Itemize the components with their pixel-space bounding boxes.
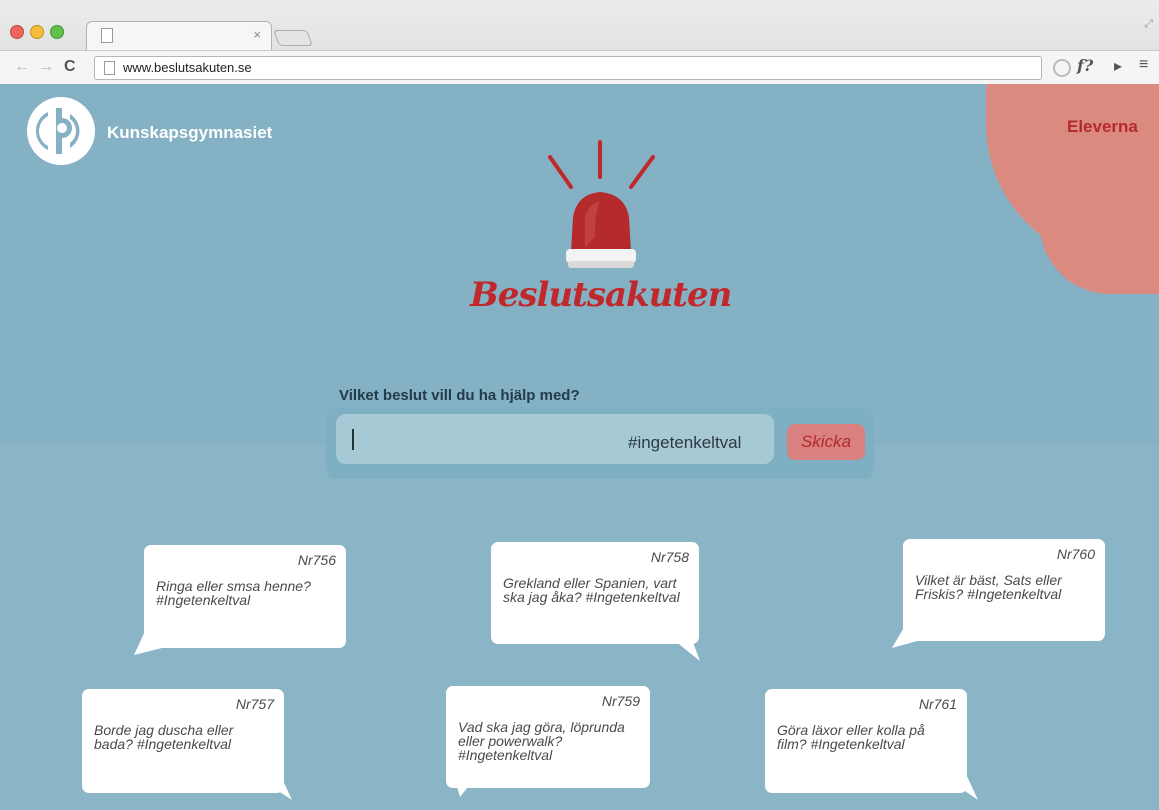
menu-icon[interactable]: ≡ [1139, 56, 1148, 74]
hashtag-hint: #ingetenkeltval [628, 433, 742, 452]
bubble-text: Vad ska jag göra, löprunda eller powerwa… [458, 719, 625, 763]
reload-icon[interactable]: C [64, 57, 76, 77]
text-caret [352, 429, 354, 450]
nav-link-eleverna[interactable]: Eleverna [1067, 117, 1138, 137]
bubble-text: Grekland eller Spanien, vart ska jag åka… [503, 575, 680, 605]
back-icon[interactable]: ← [14, 57, 30, 77]
browser-chrome: × ⤢ ← → C www.beslutsakuten.se f? ▸ ≡ [0, 0, 1159, 84]
brand-name[interactable]: Kunskapsgymnasiet [107, 123, 272, 143]
new-tab-button[interactable] [273, 30, 313, 46]
minimize-window-button[interactable] [30, 25, 44, 39]
bubble-number: Nr760 [1056, 546, 1095, 562]
bubble-tail [252, 774, 292, 800]
question-bubble[interactable]: Nr761 Göra läxor eller kolla på film? #I… [765, 689, 967, 793]
tab-strip: × ⤢ [0, 0, 1159, 50]
extension-f-icon[interactable]: f? [1077, 56, 1093, 75]
bubble-tail [134, 629, 166, 655]
bubble-number: Nr756 [297, 552, 336, 568]
bubble-text: Göra läxor eller kolla på film? #Ingeten… [777, 722, 925, 752]
page-icon [104, 61, 115, 75]
zoom-window-button[interactable] [50, 25, 64, 39]
bubble-text: Borde jag duscha eller bada? #Ingetenkel… [94, 722, 234, 752]
siren-icon [548, 140, 655, 268]
address-bar[interactable]: www.beslutsakuten.se [94, 56, 1042, 80]
page-icon [101, 28, 113, 43]
url-text[interactable]: www.beslutsakuten.se [123, 60, 252, 75]
question-label: Vilket beslut vill du ha hjälp med? [339, 387, 580, 404]
bubble-number: Nr757 [235, 696, 274, 712]
bubble-text: Vilket är bäst, Sats eller Friskis? #Ing… [915, 572, 1062, 602]
site-wordmark[interactable]: Beslutsakuten [470, 275, 732, 315]
send-button[interactable]: Skicka [787, 424, 865, 460]
browser-tab[interactable]: × [86, 21, 272, 50]
extension-circle-icon[interactable] [1053, 59, 1071, 77]
fullscreen-icon[interactable]: ⤢ [1144, 18, 1153, 31]
bubble-tail [452, 769, 482, 797]
bubble-number: Nr759 [601, 693, 640, 709]
bubble-tail [940, 774, 978, 800]
forward-icon[interactable]: → [38, 57, 54, 77]
bubble-number: Nr761 [918, 696, 957, 712]
page-content: Eleverna Kunskapsgymnasiet Beslutsakuten… [0, 84, 1159, 810]
question-bubble[interactable]: Nr756 Ringa eller smsa henne? #Ingetenke… [144, 545, 346, 648]
close-window-button[interactable] [10, 25, 24, 39]
bubble-tail [660, 629, 700, 661]
school-logo-icon[interactable] [26, 96, 96, 166]
close-icon[interactable]: × [253, 27, 261, 42]
extension-cursor-icon[interactable]: ▸ [1114, 56, 1122, 76]
bubble-number: Nr758 [650, 549, 689, 565]
bubble-text: Ringa eller smsa henne? #Ingetenkeltval [156, 578, 311, 608]
browser-toolbar: ← → C www.beslutsakuten.se f? ▸ ≡ [0, 50, 1159, 84]
bubble-tail [892, 624, 928, 648]
